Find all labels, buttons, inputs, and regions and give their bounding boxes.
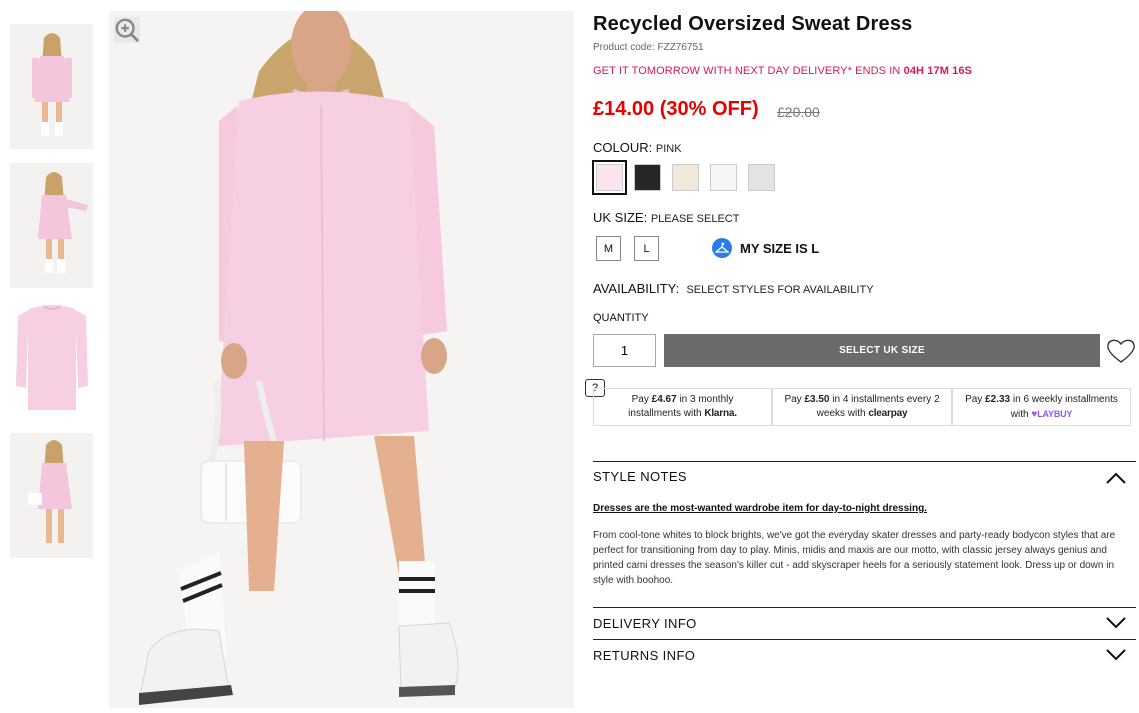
product-code: Product code: FZZ76751 bbox=[593, 42, 704, 53]
hanger-icon bbox=[712, 238, 732, 258]
select-size-button[interactable]: SELECT UK SIZE bbox=[664, 334, 1100, 367]
delivery-info-toggle[interactable]: DELIVERY INFO bbox=[593, 616, 697, 631]
divider bbox=[593, 639, 1136, 640]
swatch-stone[interactable] bbox=[672, 164, 699, 191]
divider bbox=[593, 461, 1136, 462]
colour-label-text: COLOUR: bbox=[593, 140, 653, 155]
delivery-banner: GET IT TOMORROW WITH NEXT DAY DELIVERY* … bbox=[593, 65, 972, 77]
klarna-pre: Pay bbox=[631, 394, 652, 405]
model-figure bbox=[109, 11, 574, 708]
clearpay-logo: clearpay bbox=[868, 408, 908, 419]
main-product-image[interactable] bbox=[109, 11, 574, 708]
laybuy-logo: LAYBUY bbox=[1037, 409, 1073, 419]
swatch-pink[interactable] bbox=[592, 160, 627, 195]
size-option-m[interactable]: M bbox=[596, 236, 621, 261]
my-size-text: MY SIZE IS L bbox=[740, 240, 820, 256]
swatch-black[interactable] bbox=[634, 164, 661, 191]
availability-value: SELECT STYLES FOR AVAILABILITY bbox=[686, 284, 874, 296]
size-label: UK SIZE: PLEASE SELECT bbox=[593, 210, 739, 225]
style-notes-body: From cool-tone whites to block brights, … bbox=[593, 530, 1116, 586]
quantity-label: QUANTITY bbox=[593, 312, 649, 324]
thumbnail-flat-image bbox=[16, 305, 88, 410]
thumbnail-side[interactable] bbox=[10, 163, 93, 288]
chevron-down-icon[interactable] bbox=[1105, 616, 1127, 630]
thumbnail-back[interactable] bbox=[10, 433, 93, 558]
laybuy-mid: in 6 weekly installments bbox=[1010, 394, 1118, 405]
laybuy-amount: £2.33 bbox=[985, 394, 1011, 405]
clearpay-option[interactable]: Pay £3.50 in 4 installments every 2 week… bbox=[772, 388, 952, 426]
laybuy-pre: Pay bbox=[965, 394, 986, 405]
klarna-line2: installments with bbox=[628, 408, 705, 419]
size-label-text: UK SIZE: bbox=[593, 210, 648, 225]
chevron-up-icon[interactable] bbox=[1105, 471, 1127, 485]
klarna-option[interactable]: Pay £4.67 in 3 monthly installments with… bbox=[593, 388, 772, 426]
style-notes-headline: Dresses are the most-wanted wardrobe ite… bbox=[593, 503, 927, 514]
klarna-logo: Klarna. bbox=[704, 408, 737, 419]
thumbnail-flat[interactable] bbox=[10, 298, 93, 423]
colour-label: COLOUR: PINK bbox=[593, 140, 682, 155]
thumbnail-front-image bbox=[32, 33, 72, 136]
availability-label: AVAILABILITY: SELECT STYLES FOR AVAILABI… bbox=[593, 281, 874, 296]
style-notes-toggle[interactable]: STYLE NOTES bbox=[593, 469, 687, 484]
wishlist-button[interactable] bbox=[1106, 337, 1136, 365]
divider bbox=[593, 607, 1136, 608]
klarna-amount: £4.67 bbox=[651, 394, 677, 405]
size-value: PLEASE SELECT bbox=[650, 213, 740, 225]
thumbnail-back-image bbox=[28, 440, 72, 543]
zoom-button[interactable] bbox=[114, 17, 140, 43]
clearpay-line2: weeks with bbox=[816, 408, 869, 419]
size-option-l[interactable]: L bbox=[634, 236, 659, 261]
product-title: Recycled Oversized Sweat Dress bbox=[593, 13, 913, 35]
colour-value: PINK bbox=[655, 143, 682, 155]
laybuy-option[interactable]: Pay £2.33 in 6 weekly installments with … bbox=[952, 388, 1131, 426]
availability-label-text: AVAILABILITY: bbox=[593, 281, 680, 296]
thumbnail-side-image bbox=[38, 172, 88, 273]
chevron-down-icon[interactable] bbox=[1105, 648, 1127, 662]
delivery-text: GET IT TOMORROW WITH NEXT DAY DELIVERY* … bbox=[593, 65, 904, 77]
thumbnail-front[interactable] bbox=[10, 24, 93, 149]
laybuy-line2: with bbox=[1010, 409, 1032, 420]
clearpay-amount: £3.50 bbox=[804, 394, 830, 405]
my-size-button[interactable]: MY SIZE IS L bbox=[712, 238, 819, 258]
heart-icon bbox=[1107, 339, 1135, 363]
clearpay-mid: in 4 installments every 2 bbox=[829, 394, 940, 405]
current-price: £14.00 (30% OFF) bbox=[593, 98, 759, 120]
clearpay-pre: Pay bbox=[784, 394, 805, 405]
zoom-icon bbox=[115, 18, 140, 43]
returns-info-toggle[interactable]: RETURNS INFO bbox=[593, 648, 695, 663]
swatch-white[interactable] bbox=[710, 164, 737, 191]
swatch-grey[interactable] bbox=[748, 164, 775, 191]
quantity-input[interactable] bbox=[593, 334, 656, 367]
delivery-countdown: 04H 17M 16S bbox=[903, 65, 972, 77]
was-price: £20.00 bbox=[777, 104, 820, 120]
klarna-mid: in 3 monthly bbox=[676, 394, 734, 405]
